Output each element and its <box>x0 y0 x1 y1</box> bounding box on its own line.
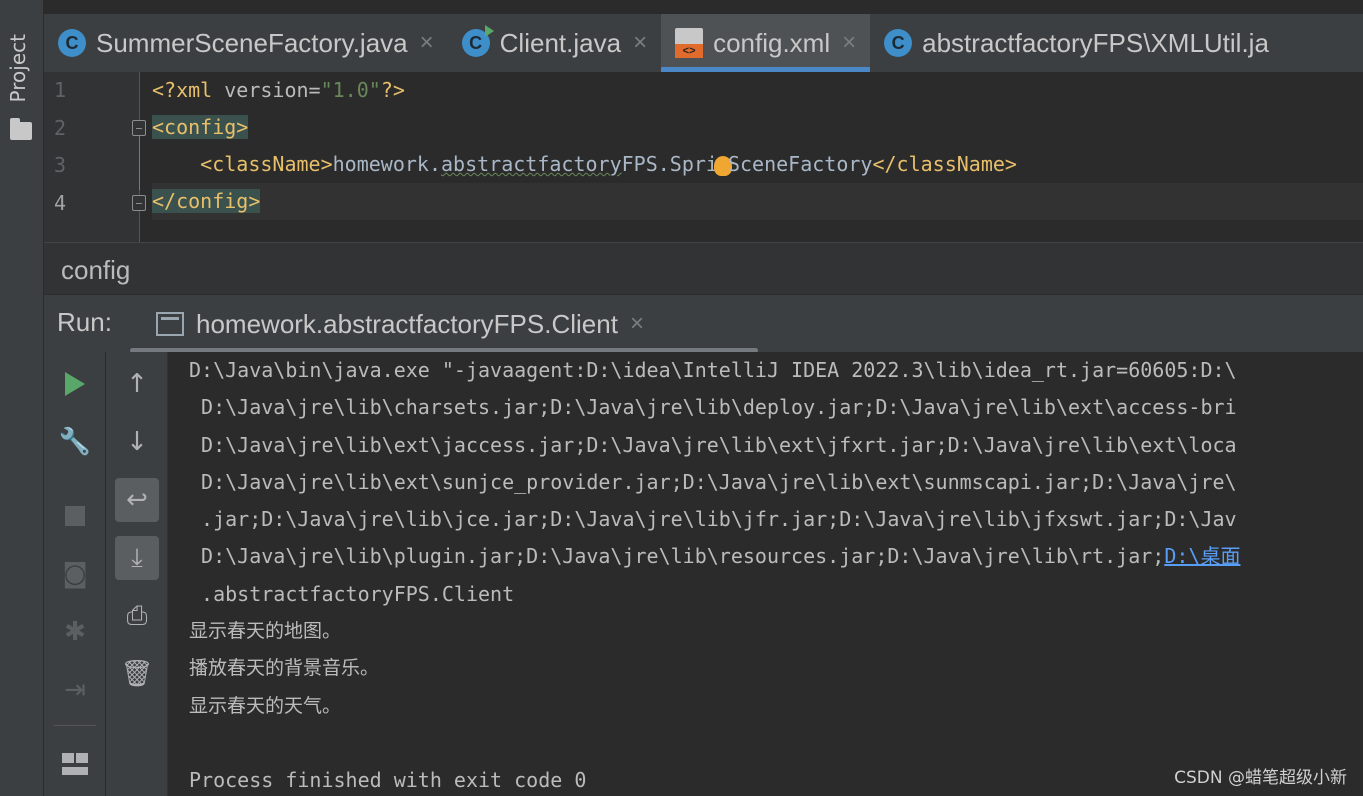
classname-text: SceneFactory <box>727 152 873 176</box>
xml-decl-close: ?> <box>380 78 405 102</box>
code-line-1: <?xml version="1.0"?> <box>152 72 1363 109</box>
folder-icon <box>10 118 32 140</box>
classname-close-tag: </className> <box>872 152 1017 176</box>
console-line: D:\Java\jre\lib\ext\sunjce_provider.jar;… <box>189 469 1237 494</box>
editor-tab-bar: C SummerSceneFactory.java × C Client.jav… <box>44 14 1363 72</box>
line-number: 1 <box>54 78 67 102</box>
scroll-to-end-button[interactable]: ⤓ <box>115 536 159 580</box>
run-tab-label: homework.abstractfactoryFPS.Client <box>196 308 618 339</box>
console-line: D:\Java\bin\java.exe "-javaagent:D:\idea… <box>189 358 1237 382</box>
console-icon <box>156 312 184 336</box>
xml-file-icon <box>675 28 704 58</box>
typo-highlight: abstractfactory <box>441 152 622 176</box>
play-icon <box>65 372 85 396</box>
close-icon[interactable]: × <box>633 29 647 57</box>
breadcrumb: config <box>44 242 1363 294</box>
breadcrumb-item[interactable]: config <box>61 255 130 286</box>
config-open-tag: <config> <box>152 115 249 139</box>
rerun-button[interactable] <box>53 362 97 406</box>
clear-all-button[interactable]: 🗑 <box>115 652 159 696</box>
java-class-icon: C <box>884 29 913 57</box>
trash-icon: 🗑 <box>120 659 154 689</box>
edit-configuration-button[interactable]: 🔧 <box>53 420 97 464</box>
fold-end-icon[interactable] <box>132 195 146 211</box>
editor-gutter: 1 2 3 4 <box>44 72 140 242</box>
toolbar-separator <box>54 725 96 726</box>
console-line: D:\Java\jre\lib\ext\jaccess.jar;D:\Java\… <box>189 432 1237 457</box>
stop-icon <box>65 506 85 526</box>
watermark: CSDN @蜡笔超级小新 <box>1174 768 1347 788</box>
exit-icon: ⇥ <box>64 675 86 705</box>
run-toolbar-primary: 🔧 ◙ ✱ ⇥ <box>44 352 106 796</box>
line-number: 4 <box>54 191 67 215</box>
project-tool-strip: Project <box>0 0 44 796</box>
close-icon[interactable]: × <box>420 29 434 57</box>
code-line-4: </config> <box>152 183 1363 220</box>
soft-wrap-icon: ↩ <box>126 485 148 515</box>
tab-config-xml[interactable]: config.xml × <box>661 14 871 72</box>
fold-collapse-icon[interactable] <box>132 120 146 136</box>
soft-wrap-button[interactable]: ↩ <box>115 478 159 522</box>
run-tool-header: Run: homework.abstractfactoryFPS.Client … <box>44 294 1363 353</box>
tab-xmlutil[interactable]: C abstractfactoryFPS\XMLUtil.ja <box>870 14 1283 72</box>
scroll-up-button[interactable]: ↑ <box>115 362 159 406</box>
close-icon[interactable]: × <box>630 310 644 338</box>
run-label: Run: <box>57 307 112 337</box>
code-line-2: <config> <box>152 109 1363 146</box>
console-line: .jar;D:\Java\jre\lib\jce.jar;D:\Java\jre… <box>189 507 1237 532</box>
layout-settings-button[interactable] <box>53 742 97 786</box>
java-class-icon: C <box>58 29 86 57</box>
console-line: D:\Java\jre\lib\charsets.jar;D:\Java\jre… <box>189 395 1237 420</box>
console-path-link[interactable]: D:\桌面 <box>1164 544 1240 568</box>
tab-label: Client.java <box>499 27 622 58</box>
config-close-tag: </config> <box>152 189 261 213</box>
classname-open-tag: <className> <box>200 152 333 176</box>
console-output-line: 显示春天的地图。 <box>189 620 342 643</box>
layout-icon <box>62 753 88 775</box>
xml-attr: version <box>224 78 309 102</box>
restore-breakpoints-button[interactable]: ✱ <box>53 610 97 654</box>
console-text: D:\Java\jre\lib\plugin.jar;D:\Java\jre\l… <box>189 544 1165 569</box>
close-icon[interactable]: × <box>842 29 856 57</box>
tab-label: SummerSceneFactory.java <box>96 27 408 58</box>
tab-label: abstractfactoryFPS\XMLUtil.ja <box>922 27 1269 58</box>
scroll-to-end-icon: ⤓ <box>131 542 143 573</box>
java-runnable-class-icon: C <box>461 25 494 57</box>
bug-icon: ✱ <box>64 617 86 647</box>
stop-button[interactable] <box>53 494 97 538</box>
classname-text: homework. <box>332 152 441 176</box>
line-number: 2 <box>54 116 67 140</box>
run-toolbar-secondary: ↑ ↓ ↩ ⤓ ⎙ 🗑 <box>106 352 168 796</box>
console-output-line: 播放春天的背景音乐。 <box>189 657 380 680</box>
print-button[interactable]: ⎙ <box>115 594 159 638</box>
console-line: .abstractfactoryFPS.Client <box>189 581 515 606</box>
xml-value: "1.0" <box>320 78 381 102</box>
code-editor[interactable]: 1 2 3 4 <?xml version="1.0"?> <config> <… <box>44 72 1363 242</box>
exit-button[interactable]: ⇥ <box>53 668 97 712</box>
scroll-down-button[interactable]: ↓ <box>115 420 159 464</box>
xml-decl-open: <?xml <box>152 78 225 102</box>
tab-client-java[interactable]: C Client.java × <box>448 14 661 72</box>
arrow-down-icon: ↓ <box>126 427 148 457</box>
fold-guide <box>139 136 140 190</box>
run-tab-client[interactable]: homework.abstractfactoryFPS.Client × <box>130 295 758 353</box>
dump-threads-button[interactable]: ◙ <box>53 552 97 596</box>
tab-label: config.xml <box>713 27 831 58</box>
project-tool-button[interactable]: Project <box>6 34 30 102</box>
console-line: D:\Java\jre\lib\plugin.jar;D:\Java\jre\l… <box>189 538 1363 575</box>
printer-icon: ⎙ <box>126 600 148 631</box>
console-output-line: 显示春天的天气。 <box>189 694 342 717</box>
classname-text: FPS.Spri <box>621 152 718 176</box>
xml-eq: = <box>308 78 321 102</box>
console-output[interactable]: D:\Java\bin\java.exe "-javaagent:D:\idea… <box>168 352 1363 796</box>
code-line-3: <className>homework.abstractfactoryFPS.S… <box>152 146 1363 183</box>
camera-icon: ◙ <box>62 559 88 589</box>
wrench-icon: 🔧 <box>58 427 92 457</box>
tab-summer-scene-factory[interactable]: C SummerSceneFactory.java × <box>44 14 448 72</box>
arrow-up-icon: ↑ <box>126 369 148 399</box>
line-number: 3 <box>54 153 67 177</box>
